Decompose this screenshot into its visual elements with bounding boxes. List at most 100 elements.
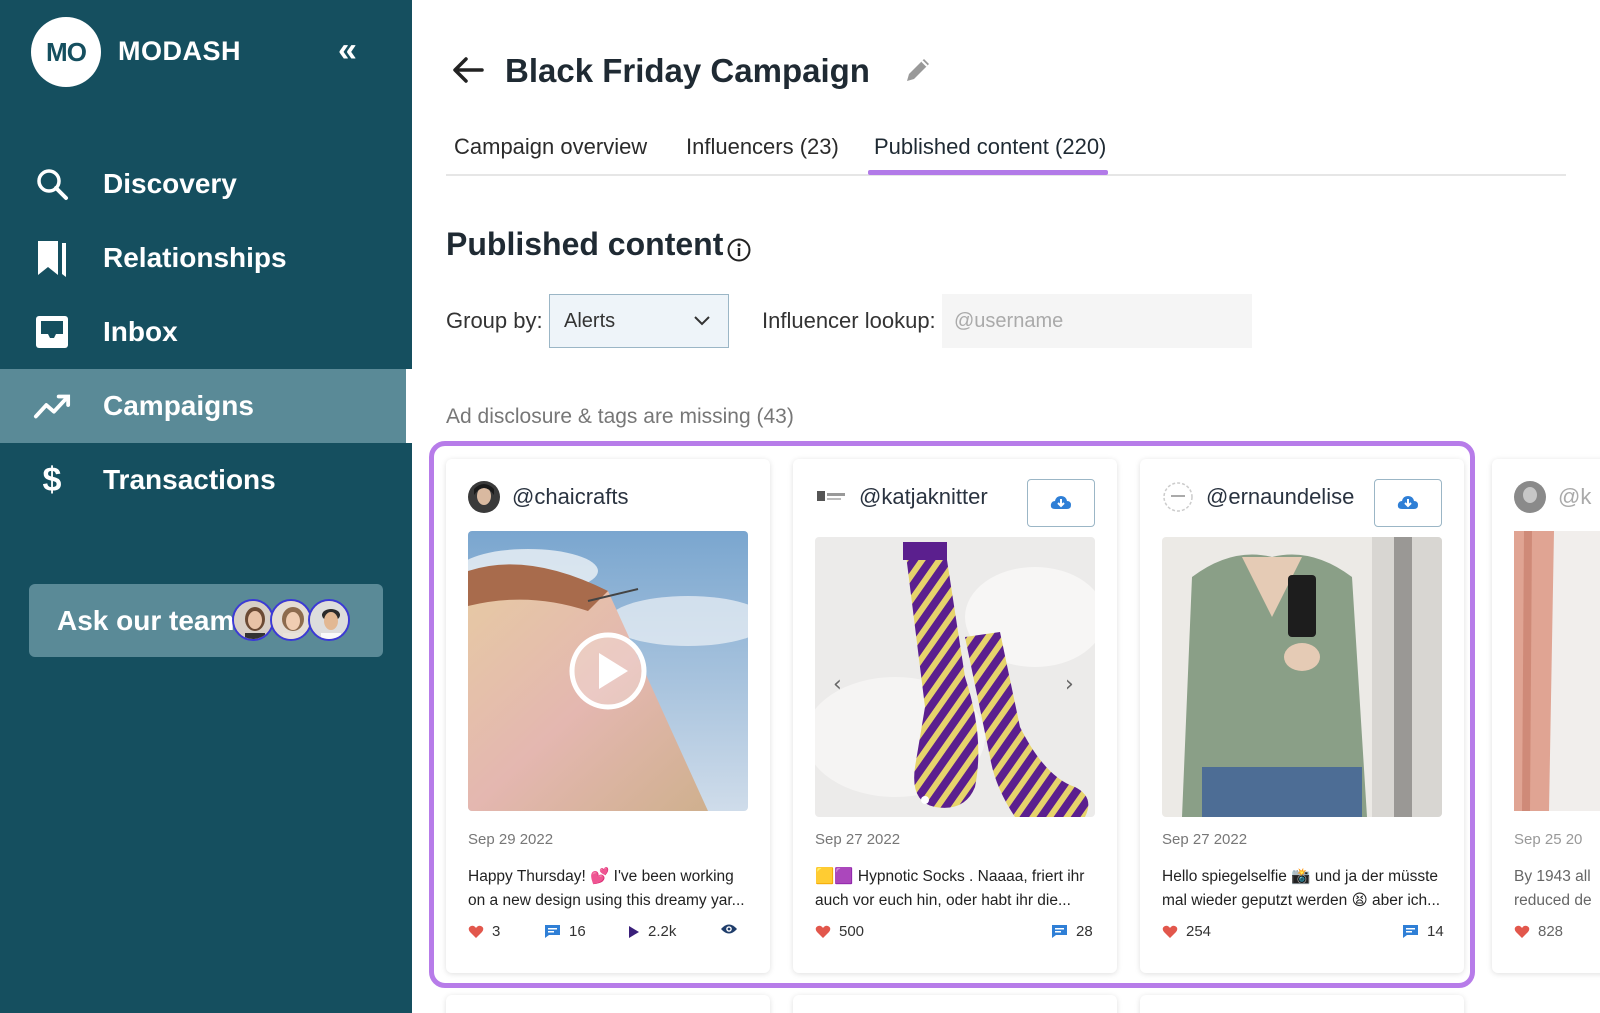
tab-influencers[interactable]: Influencers (23) [686,134,839,160]
content-card[interactable]: @katjaknitter ‹ › Sep 27 2022 🟨🟪 Hypnoti… [793,459,1117,973]
avatar [270,599,312,641]
sidebar-item-label: Inbox [103,316,178,347]
bookmark-icon [33,239,71,277]
post-stats: 828 [1514,923,1600,945]
heart-icon [1514,925,1530,938]
likes-count: 828 [1538,923,1564,940]
avatar [308,599,350,641]
post-date: Sep 27 2022 [815,831,901,848]
content-card[interactable] [1140,995,1464,1013]
sidebar-item-label: Campaigns [103,390,254,421]
post-caption: 🟨🟪 Hypnotic Socks . Naaaa, friert ihr au… [815,868,1085,909]
comments-count: 28 [1076,923,1093,940]
content-card[interactable] [793,995,1117,1013]
back-arrow-icon[interactable] [450,52,486,88]
logo[interactable]: MO [31,17,101,87]
likes-count: 254 [1186,923,1212,940]
post-image[interactable] [1162,537,1442,817]
group-by-select[interactable]: Alerts [549,294,729,348]
avatar [815,481,847,513]
cloud-download-icon [1050,496,1071,509]
content-card[interactable]: @chaicrafts Sep 29 2022 Happy Thursday! … [446,459,770,973]
plays-count: 2.2k [648,923,677,940]
influencer-handle[interactable]: @chaicrafts [512,484,628,510]
sidebar-item-inbox[interactable]: Inbox [0,295,412,369]
tab-bar: Campaign overview Influencers (23) Publi… [446,128,1566,176]
content-card[interactable] [446,995,770,1013]
post-image[interactable] [1514,531,1600,811]
search-icon [33,165,71,203]
alert-group-label: Ad disclosure & tags are missing (43) [446,405,794,428]
post-stats: 500 28 [815,923,1097,945]
sidebar-item-discovery[interactable]: Discovery [0,147,412,221]
post-stats: 254 14 [1162,923,1444,945]
eye-icon [721,924,737,934]
comments-stat: 16 [544,923,586,940]
sidebar-item-label: Relationships [103,242,287,273]
post-date: Sep 25 20 [1514,831,1583,848]
sidebar-item-label: Transactions [103,464,276,495]
likes-stat: 254 [1162,923,1211,940]
influencer-handle[interactable]: @katjaknitter [859,484,988,510]
group-by-value: Alerts [564,309,616,332]
influencer-handle[interactable]: @k [1558,484,1591,510]
post-caption: By 1943 all reduced de [1514,868,1592,909]
page-title: Black Friday Campaign [505,52,870,89]
svg-text:‹: ‹ [833,672,842,697]
active-tab-indicator [868,170,1108,175]
likes-count: 3 [492,923,501,940]
influencer-handle[interactable]: @ernaundelise [1206,484,1354,510]
comments-stat: 14 [1402,923,1444,940]
heart-icon [815,925,831,938]
avatar [1514,481,1546,513]
dollar-icon: $ [42,460,62,499]
post-caption: Hello spiegelselfie 📸 und ja der müsste … [1162,868,1441,909]
likes-stat: 828 [1514,923,1563,940]
download-button[interactable] [1374,479,1442,527]
main-content: Black Friday Campaign Campaign overview … [412,0,1600,1013]
sidebar: MO MODASH « Discovery Relationships Inbo… [0,0,412,1013]
trending-icon [33,387,71,425]
sidebar-item-relationships[interactable]: Relationships [0,221,412,295]
likes-stat: 3 [468,923,500,940]
heart-icon [1162,925,1178,938]
avatar [468,481,500,513]
edit-pencil-icon[interactable] [902,54,934,86]
download-button[interactable] [1027,479,1095,527]
card-header: @chaicrafts [468,481,628,513]
influencer-lookup-label: Influencer lookup: [762,308,936,333]
heart-icon [468,925,484,938]
post-date: Sep 27 2022 [1162,831,1248,848]
content-card[interactable]: @k Sep 25 20 By 1943 all reduced de 828 [1492,459,1600,973]
comments-count: 16 [569,923,586,940]
likes-count: 500 [839,923,865,940]
tab-published-content[interactable]: Published content (220) [874,134,1106,160]
post-image[interactable] [468,531,748,811]
post-image[interactable]: ‹ › [815,537,1095,817]
avatar [232,599,274,641]
team-avatars [232,599,350,641]
sidebar-item-campaigns[interactable]: Campaigns [0,369,412,443]
sidebar-nav: Discovery Relationships Inbox Campaigns … [0,147,412,517]
chevron-down-icon [692,311,712,334]
tab-campaign-overview[interactable]: Campaign overview [454,134,647,160]
comment-icon [1403,925,1418,938]
comment-icon [545,925,560,938]
comment-icon [1052,925,1067,938]
info-icon[interactable] [726,237,752,263]
sidebar-item-label: Discovery [103,168,237,199]
ask-our-team-button[interactable]: Ask our team [29,584,383,657]
collapse-sidebar-icon[interactable]: « [338,32,357,68]
views-stat [720,923,746,935]
brand-name: MODASH [118,36,241,66]
post-caption: Happy Thursday! 💕 I've been working on a… [468,868,745,909]
plays-stat: 2.2k [628,923,676,940]
content-card[interactable]: @ernaundelise Sep 27 2022 Hello spiegels… [1140,459,1464,973]
influencer-lookup-input[interactable] [942,294,1252,348]
card-header: @k [1514,481,1591,513]
post-stats: 3 16 2.2k [468,923,750,945]
sidebar-item-transactions[interactable]: $ Transactions [0,443,412,517]
card-header: @ernaundelise [1162,481,1354,513]
comments-count: 14 [1427,923,1444,940]
avatar [1162,481,1194,513]
